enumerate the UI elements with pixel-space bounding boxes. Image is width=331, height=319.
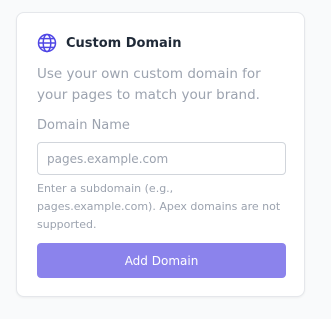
card-header: Custom Domain [37, 33, 182, 53]
domain-help-text: Enter a subdomain (e.g., pages.example.c… [37, 182, 281, 231]
card-description: Use your own custom domain for your page… [37, 66, 261, 103]
add-domain-button[interactable]: Add Domain [37, 243, 286, 278]
globe-icon [37, 33, 57, 53]
domain-name-input[interactable] [37, 142, 286, 175]
card-title: Custom Domain [66, 35, 182, 51]
custom-domain-card: Custom Domain Use your own custom domain… [16, 12, 305, 297]
domain-name-label: Domain Name [37, 118, 130, 133]
